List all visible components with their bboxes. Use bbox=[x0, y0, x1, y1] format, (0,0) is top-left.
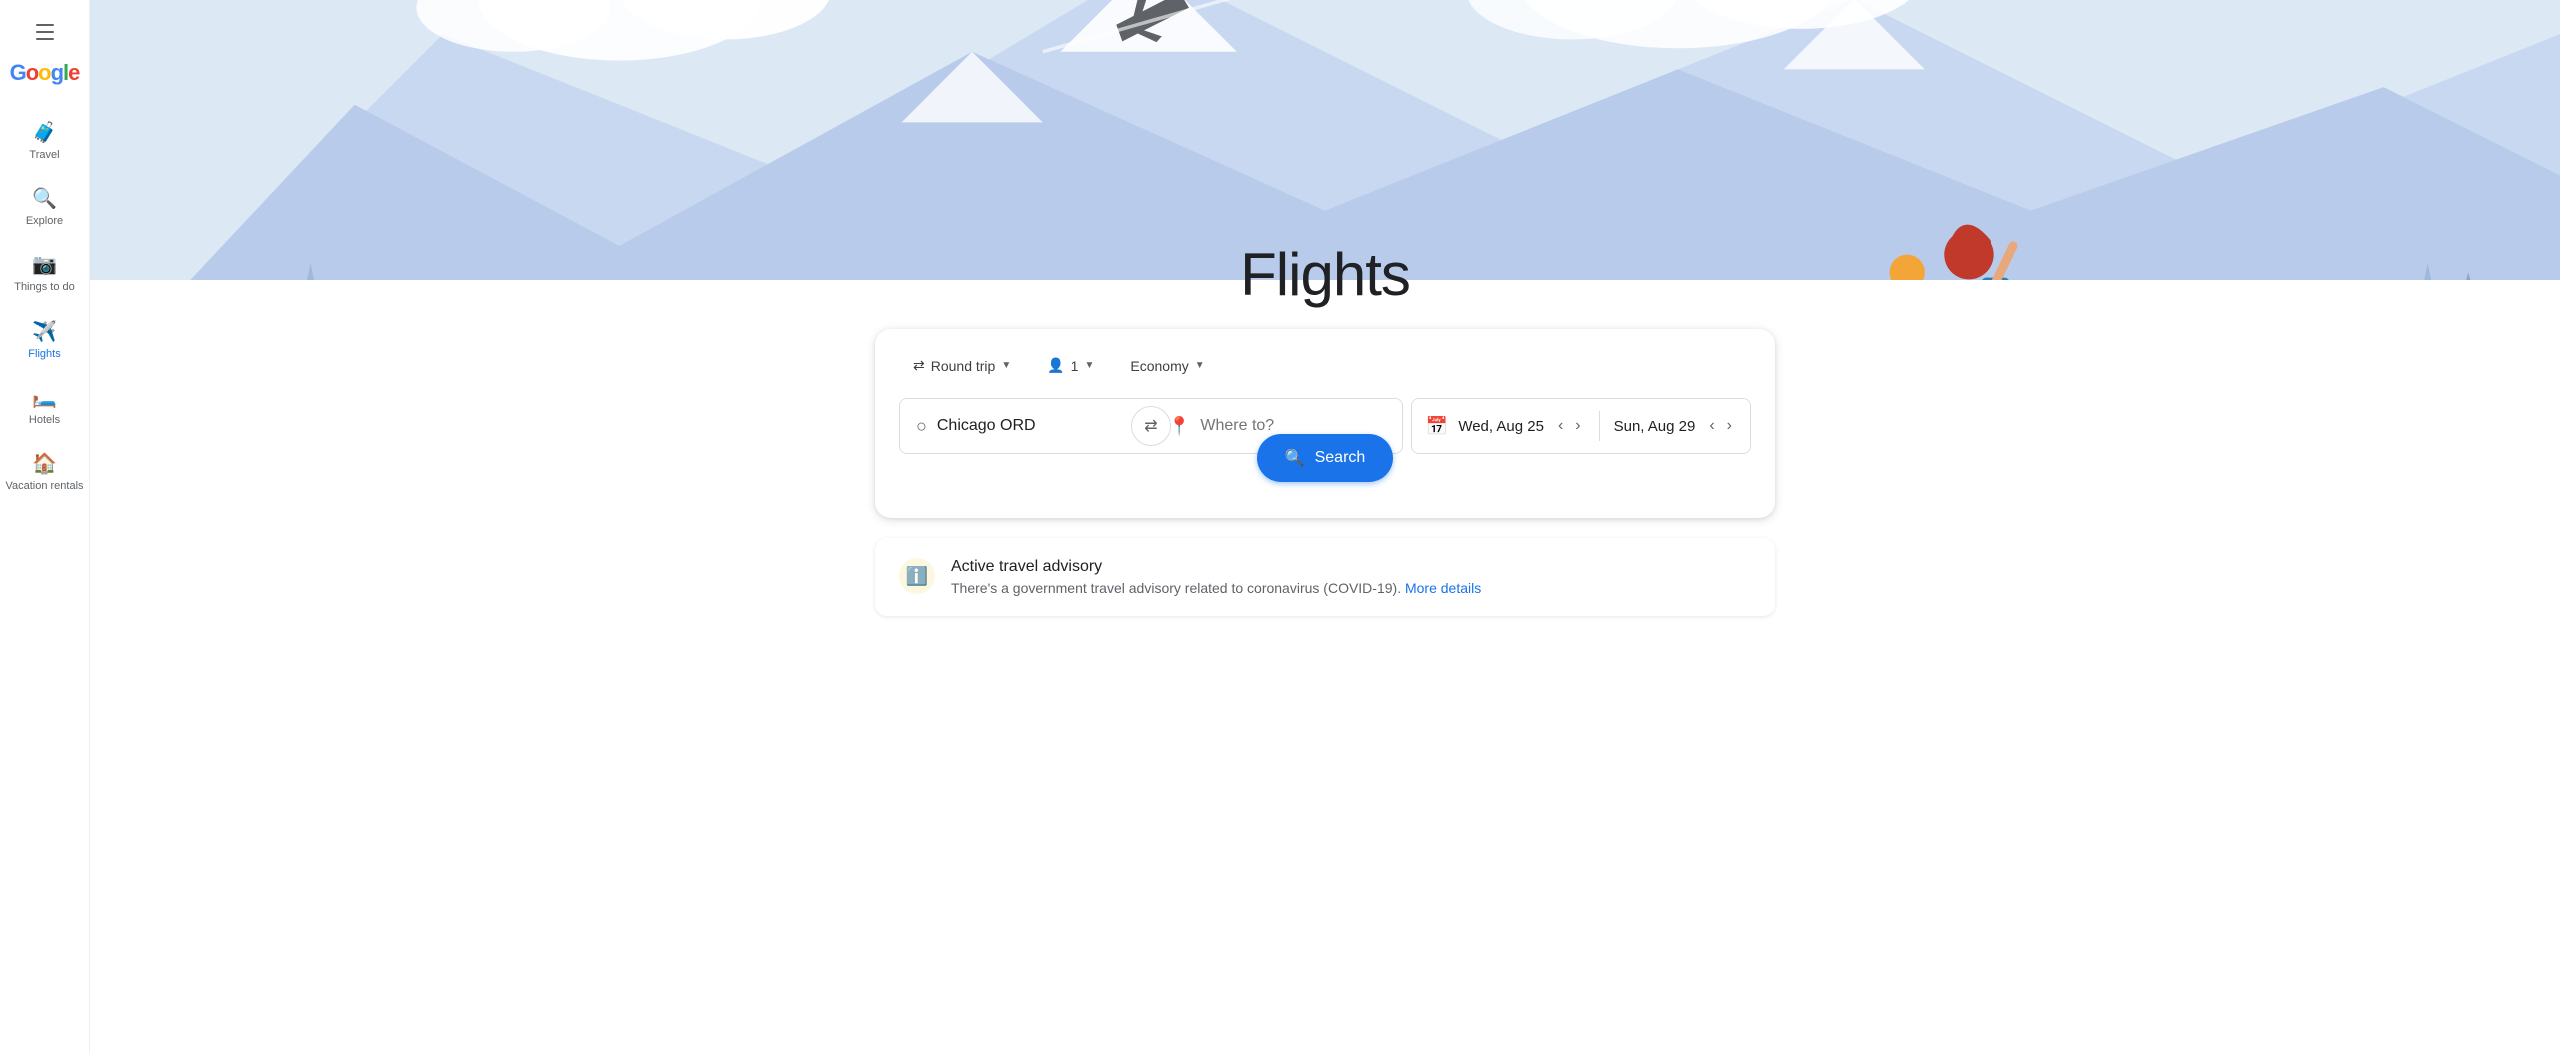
advisory-content: Active travel advisory There's a governm… bbox=[951, 558, 1481, 596]
search-icon: 🔍 bbox=[1285, 448, 1305, 468]
sidebar: Google 🧳 Travel 🔍 Explore 📷 Things to do… bbox=[0, 0, 90, 1053]
sidebar-item-label: Things to do bbox=[14, 281, 75, 294]
date-fields: 📅 Wed, Aug 25 ‹ › Sun, Aug 29 ‹ › bbox=[1411, 398, 1751, 454]
sidebar-item-label: Travel bbox=[29, 149, 59, 162]
flights-icon: ✈️ bbox=[32, 319, 57, 344]
main-content: Flights ⇄ Round trip ▼ 👤 1 ▼ Economy ▼ bbox=[90, 0, 2560, 1053]
advisory-card: ℹ️ Active travel advisory There's a gove… bbox=[875, 538, 1775, 616]
google-logo: Google bbox=[10, 60, 80, 86]
cabin-class-label: Economy bbox=[1130, 358, 1188, 374]
trip-options-row: ⇄ Round trip ▼ 👤 1 ▼ Economy ▼ bbox=[899, 349, 1751, 382]
return-date-prev-button[interactable]: ‹ bbox=[1705, 413, 1718, 439]
swap-button[interactable]: ⇄ bbox=[1131, 406, 1171, 446]
sidebar-item-vacation-rentals[interactable]: 🏠 Vacation rentals bbox=[5, 441, 85, 503]
depart-date-nav: ‹ › bbox=[1554, 413, 1585, 439]
origin-input[interactable] bbox=[937, 417, 1134, 435]
hamburger-button[interactable] bbox=[25, 12, 65, 52]
depart-date-prev-button[interactable]: ‹ bbox=[1554, 413, 1567, 439]
destination-input[interactable] bbox=[1200, 417, 1386, 435]
passenger-count: 1 bbox=[1071, 358, 1079, 374]
things-to-do-icon: 📷 bbox=[32, 252, 57, 277]
hero-illustration bbox=[90, 0, 2560, 280]
sidebar-item-label: Explore bbox=[26, 215, 63, 228]
passengers-button[interactable]: 👤 1 ▼ bbox=[1033, 349, 1108, 382]
sidebar-item-things-to-do[interactable]: 📷 Things to do bbox=[5, 242, 85, 304]
depart-date-field[interactable]: 📅 Wed, Aug 25 ‹ › bbox=[1412, 399, 1599, 453]
sidebar-item-label: Flights bbox=[28, 348, 60, 361]
page-title: Flights bbox=[90, 240, 2560, 309]
sidebar-item-hotels[interactable]: 🛏️ Hotels bbox=[5, 375, 85, 437]
travel-icon: 🧳 bbox=[32, 120, 57, 145]
advisory-text: There's a government travel advisory rel… bbox=[951, 580, 1481, 596]
return-date-next-button[interactable]: › bbox=[1723, 413, 1736, 439]
chevron-down-icon: ▼ bbox=[1195, 360, 1205, 371]
destination-icon: 📍 bbox=[1168, 416, 1190, 437]
round-trip-icon: ⇄ bbox=[913, 357, 925, 374]
origin-icon: ○ bbox=[916, 416, 927, 437]
sidebar-item-explore[interactable]: 🔍 Explore bbox=[5, 176, 85, 238]
return-date-field[interactable]: Sun, Aug 29 ‹ › bbox=[1600, 399, 1750, 453]
calendar-icon: 📅 bbox=[1426, 416, 1448, 437]
origin-field[interactable]: ○ bbox=[900, 399, 1150, 453]
hotels-icon: 🛏️ bbox=[32, 385, 57, 410]
chevron-down-icon: ▼ bbox=[1001, 360, 1011, 371]
search-card: ⇄ Round trip ▼ 👤 1 ▼ Economy ▼ ○ bbox=[875, 329, 1775, 518]
round-trip-button[interactable]: ⇄ Round trip ▼ bbox=[899, 349, 1025, 382]
advisory-title: Active travel advisory bbox=[951, 558, 1481, 576]
advisory-icon: ℹ️ bbox=[899, 558, 935, 594]
return-date-label: Sun, Aug 29 bbox=[1614, 418, 1696, 435]
explore-icon: 🔍 bbox=[32, 186, 57, 211]
sidebar-item-label: Vacation rentals bbox=[5, 480, 83, 493]
cabin-class-button[interactable]: Economy ▼ bbox=[1116, 350, 1218, 382]
search-button-label: Search bbox=[1315, 449, 1366, 467]
search-button[interactable]: 🔍 Search bbox=[1257, 434, 1394, 482]
round-trip-label: Round trip bbox=[931, 358, 996, 374]
depart-date-next-button[interactable]: › bbox=[1571, 413, 1584, 439]
sidebar-item-label: Hotels bbox=[29, 414, 60, 427]
passenger-icon: 👤 bbox=[1047, 357, 1064, 374]
vacation-rentals-icon: 🏠 bbox=[32, 451, 57, 476]
advisory-more-details-link[interactable]: More details bbox=[1405, 580, 1481, 596]
sidebar-item-travel[interactable]: 🧳 Travel bbox=[5, 110, 85, 172]
depart-date-label: Wed, Aug 25 bbox=[1458, 418, 1544, 435]
return-date-nav: ‹ › bbox=[1705, 413, 1736, 439]
chevron-down-icon: ▼ bbox=[1084, 360, 1094, 371]
sidebar-item-flights[interactable]: ✈️ Flights bbox=[5, 309, 85, 371]
flights-title-section: Flights bbox=[90, 240, 2560, 309]
